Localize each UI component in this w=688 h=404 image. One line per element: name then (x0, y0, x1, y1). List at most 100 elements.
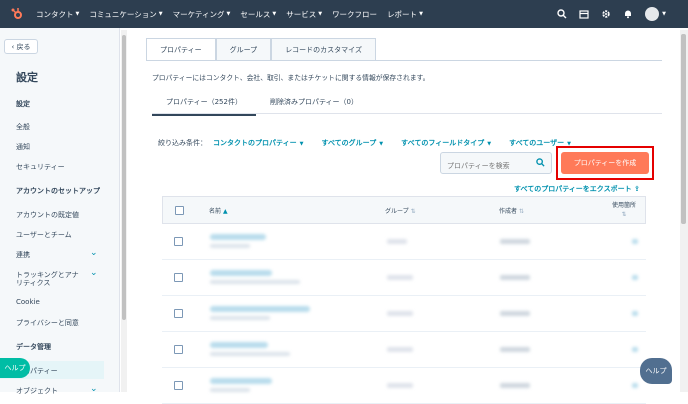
row-creator-redacted (500, 275, 530, 280)
sidebar-item-general[interactable]: 全般 (16, 122, 30, 132)
row-desc-redacted (210, 352, 290, 356)
row-name-redacted[interactable] (210, 234, 266, 240)
filter-bar: 絞り込み条件： コンタクトのプロパティー ▼ すべてのグループ ▼ すべてのフィール… (158, 138, 589, 148)
sidebar-item-privacy[interactable]: プライバシーと同意 (16, 318, 79, 328)
chevron-down-icon[interactable]: ▼ (662, 11, 666, 17)
row-desc-redacted (210, 316, 270, 320)
sidebar-item-notifications[interactable]: 通知 (16, 142, 30, 152)
nav-service[interactable]: サービス ▼ (286, 9, 322, 20)
sidebar-section-data-management: データ管理 (16, 343, 51, 351)
export-icon: ⇪ (634, 185, 640, 193)
sidebar-item-security[interactable]: セキュリティー (16, 162, 65, 172)
tab-record-customization[interactable]: レコードのカスタマイズ (271, 38, 376, 60)
gear-icon[interactable] (595, 0, 617, 28)
scrollbar-thumb[interactable] (681, 34, 686, 224)
row-checkbox[interactable] (174, 381, 183, 390)
row-group-redacted (387, 275, 413, 280)
row-usage-redacted[interactable] (632, 239, 638, 244)
chevron-down-icon: ▼ (226, 11, 231, 17)
column-group[interactable]: グループ ⇅ (385, 206, 416, 215)
sidebar-item-tracking-line2[interactable]: リティクス (16, 278, 50, 288)
search-input[interactable] (441, 156, 531, 176)
filter-object-dropdown[interactable]: コンタクトのプロパティー ▼ (213, 138, 303, 148)
table-row[interactable] (162, 368, 646, 404)
back-button[interactable]: ‹ 戻る (4, 39, 38, 54)
row-usage-redacted[interactable] (632, 311, 638, 316)
table-row[interactable] (162, 332, 646, 368)
create-property-button[interactable]: プロパティーを作成 (561, 152, 649, 174)
chevron-down-icon: ▼ (318, 11, 323, 17)
chevron-down-icon: ▼ (487, 141, 492, 147)
sidebar-scrollbar[interactable] (121, 30, 127, 392)
chevron-down-icon[interactable]: ⌄ (90, 248, 98, 258)
nav-reports[interactable]: レポート ▼ (387, 9, 423, 20)
property-search (440, 152, 552, 176)
search-icon[interactable] (536, 158, 545, 170)
nav-workflows[interactable]: ワークフロー (332, 9, 377, 20)
sidebar-item-account-defaults[interactable]: アカウントの既定値 (16, 210, 79, 220)
chevron-down-icon: ▼ (419, 11, 423, 17)
avatar[interactable] (645, 7, 660, 21)
row-creator-redacted (500, 239, 530, 244)
settings-sidebar: ‹ 戻る 設定 設定 全般 通知 セキュリティー アカウントのセットアップ アカ… (0, 28, 120, 395)
filter-group-dropdown[interactable]: すべてのグループ ▼ (321, 138, 383, 148)
row-creator-redacted (500, 347, 530, 352)
row-usage-redacted[interactable] (632, 347, 638, 352)
row-name-redacted[interactable] (210, 378, 272, 384)
properties-table: 名前 ▲ グループ ⇅ 作成者 ⇅ 使用箇所 ⇅ (162, 196, 646, 404)
sidebar-item-cookie[interactable]: Cookie (16, 298, 40, 306)
row-usage-redacted[interactable] (632, 383, 638, 388)
chevron-down-icon: ▼ (158, 11, 163, 17)
row-usage-redacted[interactable] (632, 275, 638, 280)
chevron-down-icon[interactable]: ⌄ (90, 268, 98, 278)
table-row[interactable] (162, 224, 646, 260)
help-button-left[interactable]: ヘルプ (0, 358, 30, 378)
sort-icon: ⇅ (410, 207, 416, 215)
column-used-in[interactable]: 使用箇所 ⇅ (609, 201, 639, 219)
column-name[interactable]: 名前 ▲ (209, 206, 228, 215)
nav-marketing[interactable]: マーケティング ▼ (173, 9, 231, 20)
sort-icon: ⇅ (518, 207, 524, 215)
row-creator-redacted (500, 311, 530, 316)
row-creator-redacted (500, 383, 530, 388)
row-name-redacted[interactable] (210, 306, 310, 312)
row-checkbox[interactable] (174, 345, 183, 354)
sidebar-title: 設定 (16, 71, 38, 84)
nav-conversations[interactable]: コミュニケーション ▼ (89, 9, 162, 20)
table-header: 名前 ▲ グループ ⇅ 作成者 ⇅ 使用箇所 ⇅ (162, 196, 646, 224)
sidebar-item-users-teams[interactable]: ユーザーとチーム (16, 230, 72, 240)
row-name-redacted[interactable] (210, 270, 272, 276)
row-checkbox[interactable] (174, 309, 183, 318)
nav-sales[interactable]: セールス ▼ (240, 9, 276, 20)
chevron-down-icon[interactable]: ⌄ (90, 384, 98, 394)
sidebar-section-account-setup: アカウントのセットアップ (16, 187, 100, 195)
column-created-by[interactable]: 作成者 ⇅ (499, 206, 524, 215)
help-button[interactable]: ヘルプ (640, 358, 672, 384)
subtab-divider (152, 113, 662, 114)
row-checkbox[interactable] (174, 273, 183, 282)
filter-label: 絞り込み条件： (158, 139, 207, 147)
scrollbar-thumb[interactable] (122, 35, 126, 320)
select-all-checkbox[interactable] (175, 206, 184, 215)
row-group-redacted (387, 347, 413, 352)
row-desc-redacted (210, 280, 300, 284)
table-row[interactable] (162, 296, 646, 332)
marketplace-icon[interactable] (573, 0, 595, 28)
tab-groups[interactable]: グループ (215, 38, 272, 60)
sort-asc-icon: ▲ (222, 207, 228, 215)
row-group-redacted (387, 239, 407, 244)
row-name-redacted[interactable] (210, 342, 268, 348)
export-link[interactable]: すべてのプロパティーをエクスポート ⇪ (514, 184, 640, 194)
nav-contacts[interactable]: コンタクト ▼ (36, 9, 79, 20)
sidebar-item-integrations[interactable]: 連携 (16, 250, 30, 260)
tab-properties[interactable]: プロパティー (146, 38, 216, 60)
filter-fieldtype-dropdown[interactable]: すべてのフィールドタイプ ▼ (401, 138, 491, 148)
tab-divider (146, 60, 662, 61)
hubspot-logo-icon[interactable] (6, 0, 28, 28)
bell-icon[interactable] (617, 0, 639, 28)
table-row[interactable] (162, 260, 646, 296)
sidebar-item-objects[interactable]: オブジェクト (16, 386, 58, 396)
main-scrollbar[interactable] (680, 30, 688, 392)
search-icon[interactable] (551, 0, 573, 28)
row-checkbox[interactable] (174, 237, 183, 246)
